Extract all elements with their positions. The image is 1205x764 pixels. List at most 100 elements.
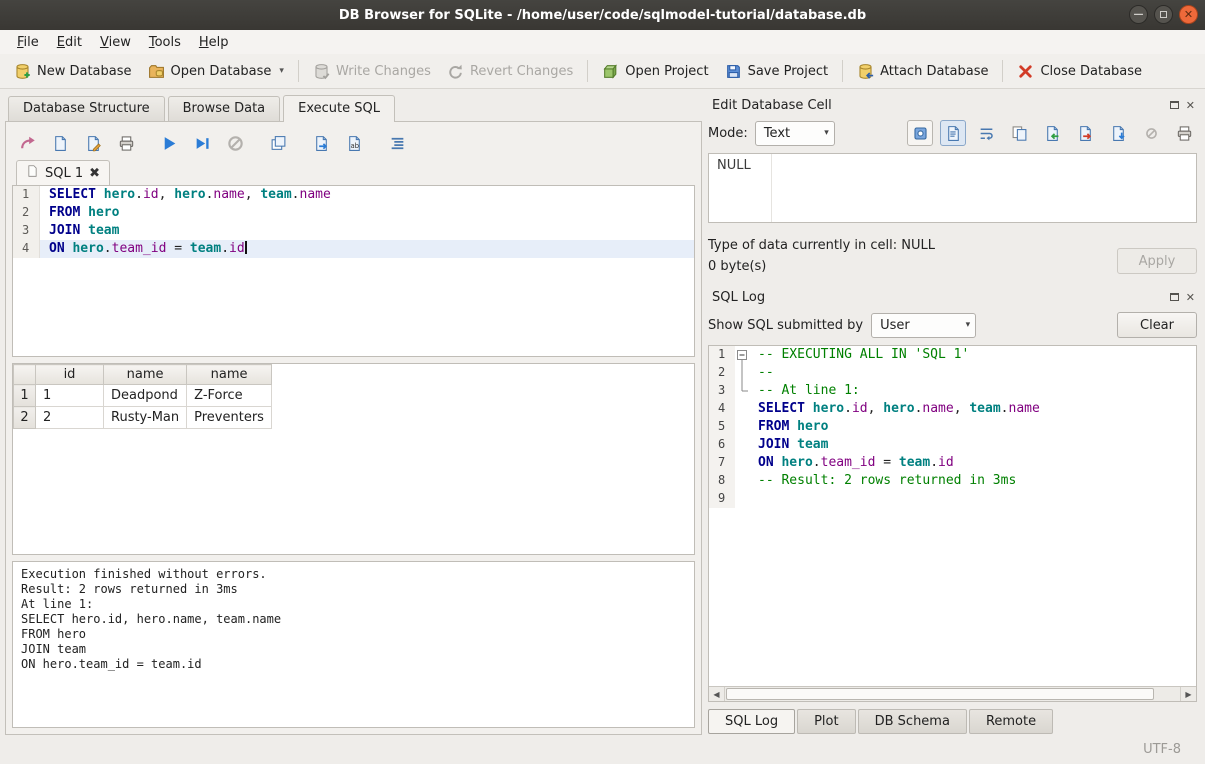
- titlebar[interactable]: DB Browser for SQLite - /home/user/code/…: [0, 0, 1205, 30]
- menu-view[interactable]: View: [91, 32, 140, 53]
- table-cell[interactable]: 2: [36, 407, 104, 429]
- print-icon[interactable]: [1171, 120, 1197, 146]
- cell-type-info: Type of data currently in cell: NULL: [708, 238, 935, 253]
- fold-marker-icon: [735, 364, 749, 382]
- word-wrap-icon[interactable]: [973, 120, 999, 146]
- table-cell[interactable]: 1: [36, 385, 104, 407]
- maximize-button[interactable]: [1154, 5, 1173, 24]
- save-sql-file-icon[interactable]: [47, 130, 73, 156]
- import-data-icon[interactable]: [1039, 120, 1065, 146]
- minimize-button[interactable]: —: [1129, 5, 1148, 24]
- new-database-button[interactable]: New Database: [6, 59, 140, 84]
- cell-editor[interactable]: NULL: [708, 153, 1197, 223]
- table-cell[interactable]: Z-Force: [187, 385, 272, 407]
- column-header-name[interactable]: name: [104, 365, 187, 385]
- menu-edit[interactable]: Edit: [48, 32, 91, 53]
- find-replace-icon[interactable]: ab: [341, 130, 367, 156]
- editor-code[interactable]: SELECT hero.id, hero.name, team.name: [40, 186, 694, 204]
- execute-current-line-icon[interactable]: [189, 130, 215, 156]
- text-mode-icon[interactable]: [940, 120, 966, 146]
- encoding-label: UTF-8: [1143, 742, 1181, 757]
- table-row: 22Rusty-ManPreventers: [14, 407, 272, 429]
- open-sql-file-icon[interactable]: [14, 130, 40, 156]
- save-project-button[interactable]: Save Project: [717, 59, 837, 84]
- column-header-name[interactable]: name: [187, 365, 272, 385]
- fold-marker-icon: [735, 418, 749, 436]
- copy-icon[interactable]: [1006, 120, 1032, 146]
- table-cell[interactable]: Rusty-Man: [104, 407, 187, 429]
- log-horizontal-scrollbar[interactable]: ◀ ▶: [709, 686, 1196, 701]
- execute-sql-panel: ab SQL 1✖ 1SELECT hero.id, hero.name, te…: [5, 121, 702, 735]
- execute-all-icon[interactable]: [156, 130, 182, 156]
- editor-code[interactable]: JOIN team: [40, 222, 694, 240]
- toolbar-button-label: New Database: [37, 64, 132, 79]
- menu-file[interactable]: File: [8, 32, 48, 53]
- save-data-icon[interactable]: [1105, 120, 1131, 146]
- log-filter-label: Show SQL submitted by: [708, 318, 863, 333]
- sql-log-view[interactable]: 1-- EXECUTING ALL IN 'SQL 1'2--3-- At li…: [708, 345, 1197, 702]
- app-window: DB Browser for SQLite - /home/user/code/…: [0, 0, 1205, 764]
- fold-marker-icon: [735, 454, 749, 472]
- open-tab-icon[interactable]: [265, 130, 291, 156]
- revert-changes-button: Revert Changes: [439, 59, 581, 84]
- editor-line: 4ON hero.team_id = team.id: [13, 240, 694, 258]
- open-database-button[interactable]: Open Database▾: [140, 59, 292, 84]
- table-cell[interactable]: Preventers: [187, 407, 272, 429]
- log-code: FROM hero: [749, 418, 1196, 436]
- float-dock-icon[interactable]: [1170, 101, 1179, 109]
- mode-select[interactable]: Text ▾: [755, 121, 835, 146]
- scrollbar-thumb[interactable]: [726, 688, 1154, 700]
- scrollbar-track[interactable]: [725, 687, 1180, 701]
- tab-browse-data[interactable]: Browse Data: [168, 96, 281, 121]
- close-dock-icon[interactable]: ✕: [1186, 292, 1195, 303]
- sql-editor[interactable]: 1SELECT hero.id, hero.name, team.name2FR…: [12, 185, 695, 357]
- tab-execute-sql[interactable]: Execute SQL: [283, 95, 395, 122]
- revert-changes-icon: [447, 63, 464, 80]
- format-sql-icon[interactable]: [384, 130, 410, 156]
- editor-line: 2FROM hero: [13, 204, 694, 222]
- line-number: 4: [709, 400, 735, 418]
- column-header-id[interactable]: id: [36, 365, 104, 385]
- tab-database-structure[interactable]: Database Structure: [8, 96, 165, 121]
- sql-tab-bar: SQL 1✖: [12, 158, 695, 185]
- log-filter-select[interactable]: User ▾: [871, 313, 976, 338]
- corner-header[interactable]: [14, 365, 36, 385]
- close-button[interactable]: ✕: [1179, 5, 1198, 24]
- toolbar-button-label: Open Project: [625, 64, 708, 79]
- apply-button[interactable]: Apply: [1117, 248, 1197, 274]
- menu-help[interactable]: Help: [190, 32, 238, 53]
- auto-switch-mode-icon[interactable]: [907, 120, 933, 146]
- close-dock-icon[interactable]: ✕: [1186, 100, 1195, 111]
- row-number[interactable]: 2: [14, 407, 36, 429]
- table-cell[interactable]: Deadpond: [104, 385, 187, 407]
- chevron-down-icon: ▾: [960, 320, 971, 330]
- print-icon[interactable]: [113, 130, 139, 156]
- log-filter-value: User: [880, 318, 910, 333]
- menu-tools[interactable]: Tools: [140, 32, 190, 53]
- dock-tab-db-schema[interactable]: DB Schema: [858, 709, 967, 734]
- scroll-right-icon[interactable]: ▶: [1180, 687, 1196, 701]
- scroll-left-icon[interactable]: ◀: [709, 687, 725, 701]
- row-number[interactable]: 1: [14, 385, 36, 407]
- save-sql-file-as-icon[interactable]: [80, 130, 106, 156]
- chevron-down-icon[interactable]: ▾: [279, 66, 284, 76]
- open-project-button[interactable]: Open Project: [594, 59, 716, 84]
- attach-database-button[interactable]: Attach Database: [849, 59, 996, 84]
- sql-log-controls: Show SQL submitted by User ▾ Clear: [708, 312, 1197, 338]
- maximize-icon: [1160, 11, 1167, 18]
- editor-code[interactable]: FROM hero: [40, 204, 694, 222]
- export-data-icon[interactable]: [1072, 120, 1098, 146]
- toolbar-button-label: Write Changes: [336, 64, 431, 79]
- clear-button[interactable]: Clear: [1117, 312, 1197, 338]
- export-results-icon[interactable]: [308, 130, 334, 156]
- dock-tab-sql-log[interactable]: SQL Log: [708, 709, 795, 734]
- close-tab-icon[interactable]: ✖: [89, 166, 100, 181]
- dock-tab-remote[interactable]: Remote: [969, 709, 1053, 734]
- float-dock-icon[interactable]: [1170, 293, 1179, 301]
- log-line: 8-- Result: 2 rows returned in 3ms: [709, 472, 1196, 490]
- dock-tab-plot[interactable]: Plot: [797, 709, 856, 734]
- close-database-button[interactable]: Close Database: [1009, 59, 1150, 84]
- sql-tab-sql-1[interactable]: SQL 1✖: [16, 160, 110, 185]
- editor-code[interactable]: ON hero.team_id = team.id: [40, 240, 694, 258]
- open-project-icon: [602, 63, 619, 80]
